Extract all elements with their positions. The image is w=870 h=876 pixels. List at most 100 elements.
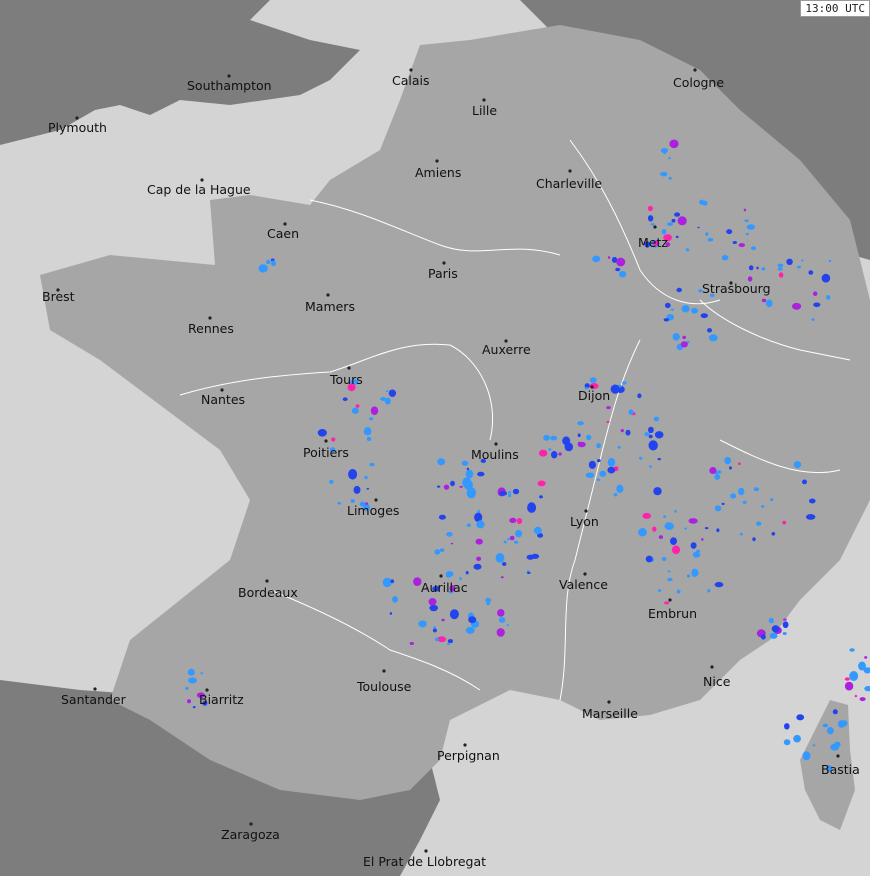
rain-echo — [742, 500, 747, 504]
rain-echo — [746, 224, 756, 230]
rain-echo — [369, 462, 375, 467]
rain-echo — [648, 440, 658, 451]
rain-echo — [644, 432, 650, 437]
rain-echo — [826, 295, 831, 300]
rain-echo — [761, 505, 765, 508]
rain-echo — [663, 515, 666, 518]
rain-echo — [752, 537, 756, 542]
rain-echo — [461, 460, 469, 466]
rain-echo — [465, 571, 469, 575]
rain-echo — [438, 514, 446, 520]
rain-echo — [745, 232, 749, 236]
rain-echo — [507, 537, 510, 541]
rain-echo — [744, 219, 749, 222]
rain-echo — [697, 226, 700, 229]
rain-echo — [793, 734, 801, 743]
rain-echo — [507, 493, 512, 498]
rain-echo — [551, 451, 558, 459]
svg-text:Calais: Calais — [392, 73, 430, 88]
svg-text:Nice: Nice — [703, 674, 731, 689]
rain-echo — [337, 502, 342, 505]
rain-echo — [664, 302, 671, 309]
rain-echo — [716, 470, 722, 474]
rain-echo — [433, 626, 436, 629]
city-southampton: Southampton — [187, 74, 272, 93]
svg-text:Dijon: Dijon — [578, 388, 610, 403]
rain-echo — [783, 739, 791, 746]
rain-echo — [607, 457, 616, 467]
svg-text:Auxerre: Auxerre — [482, 342, 531, 357]
rain-echo — [380, 397, 387, 401]
rain-echo — [392, 596, 398, 603]
rain-echo — [506, 624, 510, 627]
rain-echo — [508, 491, 512, 494]
svg-text:Marseille: Marseille — [582, 706, 638, 721]
rain-echo — [388, 389, 397, 397]
rain-echo — [617, 445, 621, 449]
rain-echo — [597, 459, 601, 463]
rain-echo — [653, 487, 662, 496]
rain-echo — [200, 672, 203, 675]
rain-echo — [653, 416, 660, 422]
rain-echo — [730, 493, 737, 499]
rain-echo — [660, 148, 669, 153]
rain-echo — [434, 549, 441, 555]
rain-echo — [450, 480, 455, 487]
city-plymouth: Plymouth — [48, 116, 107, 135]
rain-echo — [329, 479, 334, 484]
rain-echo — [639, 456, 643, 460]
rain-echo — [670, 308, 675, 311]
rain-echo — [782, 621, 789, 629]
rain-echo — [792, 302, 802, 310]
rain-echo — [657, 457, 661, 461]
rain-echo — [769, 632, 778, 639]
rain-echo — [500, 576, 504, 579]
rain-echo — [447, 643, 450, 646]
rain-echo — [258, 264, 268, 273]
svg-text:Tours: Tours — [329, 372, 363, 387]
rain-echo — [738, 487, 745, 496]
rain-echo — [437, 458, 446, 466]
rain-echo — [353, 485, 361, 494]
rain-echo — [806, 514, 816, 520]
rain-echo — [564, 442, 574, 452]
svg-text:Amiens: Amiens — [415, 165, 461, 180]
rain-echo — [638, 528, 647, 537]
rain-echo — [509, 535, 515, 541]
rain-echo — [512, 488, 520, 495]
rain-echo — [647, 215, 654, 222]
rain-echo — [765, 299, 773, 308]
rain-echo — [385, 390, 389, 393]
rain-echo — [486, 602, 490, 606]
rain-echo — [705, 232, 709, 236]
rain-echo — [657, 589, 662, 592]
rain-echo — [348, 469, 358, 480]
rain-echo — [533, 526, 542, 535]
rain-echo — [642, 512, 651, 519]
rain-echo — [607, 256, 611, 259]
rain-echo — [821, 273, 831, 283]
rain-echo — [777, 263, 784, 268]
rain-echo — [778, 272, 784, 278]
rain-echo — [671, 545, 681, 555]
svg-text:Paris: Paris — [428, 266, 458, 281]
rain-echo — [732, 241, 737, 244]
rain-echo — [681, 305, 690, 313]
radar-map[interactable]: Calais Cologne Southampton Lille Plymout… — [0, 0, 870, 876]
rain-echo — [589, 377, 597, 383]
rain-echo — [446, 533, 450, 536]
rain-echo — [619, 271, 627, 278]
rain-echo — [707, 588, 711, 593]
rain-echo — [188, 677, 197, 684]
rain-echo — [796, 714, 805, 721]
rain-echo — [802, 479, 807, 485]
timestamp-label: 13:00 UTC — [800, 0, 870, 17]
rain-echo — [771, 532, 776, 536]
rain-echo — [409, 642, 414, 645]
rain-echo — [331, 437, 336, 442]
rain-echo — [684, 527, 687, 530]
rain-echo — [676, 287, 682, 293]
svg-text:Lille: Lille — [472, 103, 497, 118]
svg-text:Rennes: Rennes — [188, 321, 234, 336]
rain-echo — [721, 502, 725, 506]
